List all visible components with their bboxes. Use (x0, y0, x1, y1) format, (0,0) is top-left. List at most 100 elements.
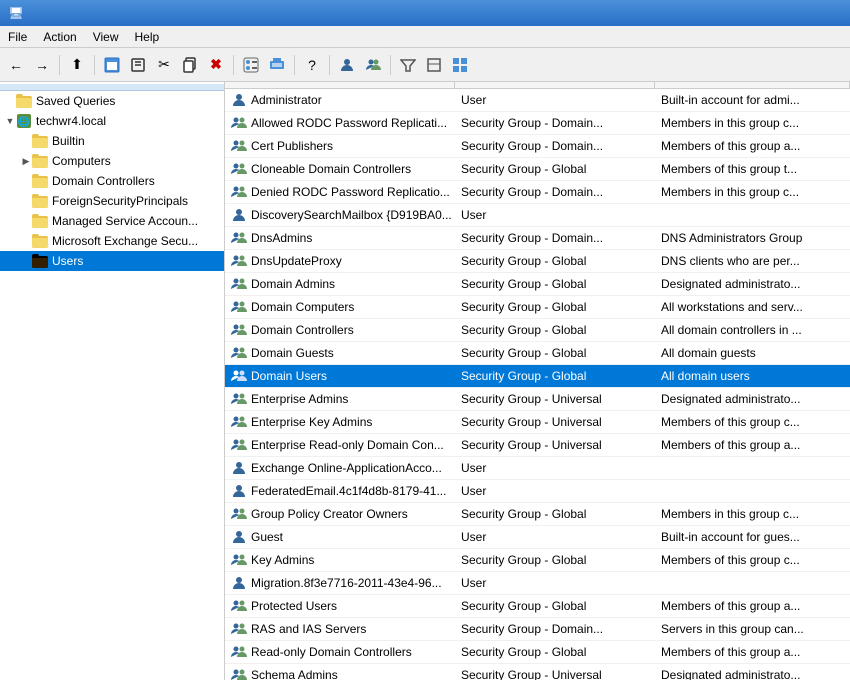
folder-icon (32, 173, 48, 189)
group-icon (231, 437, 247, 453)
list-row[interactable]: Denied RODC Password Replicatio...Securi… (225, 181, 850, 204)
list-cell-name: Allowed RODC Password Replicati... (225, 112, 455, 134)
forward-btn[interactable]: → (30, 53, 54, 77)
list-row[interactable]: Migration.8f3e7716-2011-43e4-96...User (225, 572, 850, 595)
list-cell-type: Security Group - Global (455, 549, 655, 571)
menu-item-file[interactable]: File (0, 28, 35, 46)
list-row[interactable]: FederatedEmail.4c1f4d8b-8179-41...User (225, 480, 850, 503)
group-icon (231, 667, 247, 680)
toolbar-icon-6[interactable] (448, 53, 472, 77)
toolbar-prop[interactable] (239, 53, 263, 77)
tree-item-users[interactable]: Users (0, 251, 224, 271)
list-item-name: Exchange Online-ApplicationAcco... (251, 461, 442, 475)
list-row[interactable]: Domain ComputersSecurity Group - GlobalA… (225, 296, 850, 319)
list-row[interactable]: Domain GuestsSecurity Group - GlobalAll … (225, 342, 850, 365)
list-row[interactable]: Read-only Domain ControllersSecurity Gro… (225, 641, 850, 664)
list-row[interactable]: Group Policy Creator OwnersSecurity Grou… (225, 503, 850, 526)
group-icon (231, 644, 247, 660)
tree-item-computers[interactable]: ▶ Computers (0, 151, 224, 171)
list-panel[interactable]: AdministratorUserBuilt-in account for ad… (225, 82, 850, 680)
list-cell-type: Security Group - Domain... (455, 227, 655, 249)
toolbar-user-2[interactable] (361, 53, 385, 77)
folder-icon (16, 93, 32, 109)
tree-item-foreign-security[interactable]: ForeignSecurityPrincipals (0, 191, 224, 211)
tree-item-label-computers: Computers (52, 154, 111, 168)
toolbar-icon-5[interactable] (422, 53, 446, 77)
col-name[interactable] (225, 82, 455, 88)
tree-toggle-microsoft-exchange[interactable] (20, 235, 32, 247)
col-type[interactable] (455, 82, 655, 88)
toolbar-copy[interactable] (178, 53, 202, 77)
list-row[interactable]: Protected UsersSecurity Group - GlobalMe… (225, 595, 850, 618)
list-row[interactable]: Allowed RODC Password Replicati...Securi… (225, 112, 850, 135)
group-icon (231, 161, 247, 177)
toolbar-icon-2[interactable] (126, 53, 150, 77)
list-header (225, 82, 850, 89)
list-row[interactable]: Domain UsersSecurity Group - GlobalAll d… (225, 365, 850, 388)
list-row[interactable]: Domain AdminsSecurity Group - GlobalDesi… (225, 273, 850, 296)
menu-item-help[interactable]: Help (127, 28, 168, 46)
col-description[interactable] (655, 82, 850, 88)
tree-toggle-managed-service[interactable] (20, 215, 32, 227)
list-row[interactable]: Cloneable Domain ControllersSecurity Gro… (225, 158, 850, 181)
user-icon (231, 483, 247, 499)
list-row[interactable]: DiscoverySearchMailbox {D919BA0...User (225, 204, 850, 227)
list-row[interactable]: AdministratorUserBuilt-in account for ad… (225, 89, 850, 112)
list-row[interactable]: Domain ControllersSecurity Group - Globa… (225, 319, 850, 342)
list-cell-name: Cloneable Domain Controllers (225, 158, 455, 180)
tree-item-microsoft-exchange[interactable]: Microsoft Exchange Secu... (0, 231, 224, 251)
list-row[interactable]: Enterprise Read-only Domain Con...Securi… (225, 434, 850, 457)
list-cell-description: All domain users (655, 365, 850, 387)
list-row[interactable]: Schema AdminsSecurity Group - UniversalD… (225, 664, 850, 680)
list-item-name: Migration.8f3e7716-2011-43e4-96... (251, 576, 442, 590)
group-icon (231, 138, 247, 154)
list-cell-description: Members in this group c... (655, 181, 850, 203)
svg-text:🌐: 🌐 (18, 115, 30, 128)
list-row[interactable]: DnsUpdateProxySecurity Group - GlobalDNS… (225, 250, 850, 273)
tree-toggle-builtin[interactable] (20, 135, 32, 147)
toolbar-icon-4[interactable] (265, 53, 289, 77)
toolbar-user-1[interactable] (335, 53, 359, 77)
tree-toggle-saved-queries[interactable] (4, 95, 16, 107)
tree-toggle-computers[interactable]: ▶ (20, 155, 32, 167)
list-row[interactable]: Exchange Online-ApplicationAcco... User (225, 457, 850, 480)
menu-item-view[interactable]: View (85, 28, 127, 46)
tree-toggle-foreign-security[interactable] (20, 195, 32, 207)
tree-toggle-techwr4-local[interactable]: ▼ (4, 115, 16, 127)
list-item-name: Enterprise Read-only Domain Con... (251, 438, 444, 452)
group-icon (231, 322, 247, 338)
tree-item-managed-service[interactable]: Managed Service Accoun... (0, 211, 224, 231)
up-btn[interactable]: ⬆ (65, 53, 89, 77)
list-cell-description: Built-in account for gues... (655, 526, 850, 548)
menu-item-action[interactable]: Action (35, 28, 84, 46)
list-row[interactable]: DnsAdminsSecurity Group - Domain...DNS A… (225, 227, 850, 250)
tree-item-label-domain-controllers: Domain Controllers (52, 174, 155, 188)
tree-item-techwr4-local[interactable]: ▼🌐techwr4.local (0, 111, 224, 131)
tree-panel[interactable]: Saved Queries▼🌐techwr4.localBuiltin ▶ Comp… (0, 82, 225, 680)
list-cell-type: User (455, 457, 655, 479)
list-cell-name: Group Policy Creator Owners (225, 503, 455, 525)
group-icon (231, 299, 247, 315)
list-row[interactable]: Cert PublishersSecurity Group - Domain..… (225, 135, 850, 158)
tree-item-builtin[interactable]: Builtin (0, 131, 224, 151)
list-row[interactable]: Key AdminsSecurity Group - GlobalMembers… (225, 549, 850, 572)
toolbar-sep-5 (329, 55, 330, 75)
list-row[interactable]: GuestUserBuilt-in account for gues... (225, 526, 850, 549)
tree-toggle-domain-controllers[interactable] (20, 175, 32, 187)
toolbar-icon-1[interactable] (100, 53, 124, 77)
toolbar-delete[interactable]: ✖ (204, 53, 228, 77)
list-item-name: Group Policy Creator Owners (251, 507, 408, 521)
list-cell-description: Designated administrato... (655, 273, 850, 295)
list-row[interactable]: RAS and IAS ServersSecurity Group - Doma… (225, 618, 850, 641)
user-icon (231, 207, 247, 223)
tree-item-saved-queries[interactable]: Saved Queries (0, 91, 224, 111)
list-row[interactable]: Enterprise AdminsSecurity Group - Univer… (225, 388, 850, 411)
tree-toggle-users[interactable] (20, 255, 32, 267)
toolbar-filter[interactable] (396, 53, 420, 77)
toolbar-help[interactable]: ? (300, 53, 324, 77)
toolbar-cut[interactable]: ✂ (152, 53, 176, 77)
group-icon (231, 598, 247, 614)
tree-item-domain-controllers[interactable]: Domain Controllers (0, 171, 224, 191)
list-row[interactable]: Enterprise Key AdminsSecurity Group - Un… (225, 411, 850, 434)
back-btn[interactable]: ← (4, 53, 28, 77)
